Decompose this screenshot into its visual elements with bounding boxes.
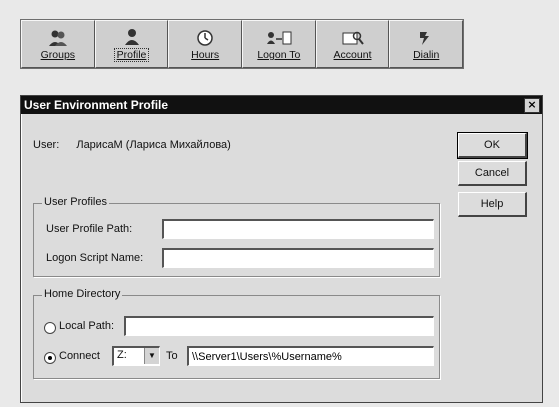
clock-icon: [195, 27, 215, 47]
user-label: User:: [33, 139, 60, 151]
home-directory-group: Home Directory Local Path: Connect Z: ▼ …: [33, 288, 440, 379]
help-button[interactable]: Help: [458, 192, 527, 217]
to-label: To: [166, 350, 178, 362]
cancel-button[interactable]: Cancel: [458, 161, 527, 186]
user-properties-toolbar: Groups Profile Hours Logon To Account Di…: [20, 19, 464, 69]
profile-button[interactable]: Profile: [94, 20, 169, 68]
account-button-label: Account: [333, 49, 372, 61]
user-profiles-group: User Profiles User Profile Path: Logon S…: [33, 196, 440, 277]
close-icon: ×: [527, 98, 537, 111]
user-profile-path-label: User Profile Path:: [46, 223, 133, 235]
connect-radio[interactable]: [44, 352, 56, 364]
connect-label: Connect: [59, 350, 100, 362]
dialin-button[interactable]: Dialin: [389, 20, 464, 68]
dialog-title: User Environment Profile: [24, 98, 169, 112]
user-profile-path-input[interactable]: [162, 219, 434, 239]
logon-to-button-label: Logon To: [257, 49, 301, 61]
user-line: User: ЛарисаМ (Лариса Михайлова): [33, 139, 231, 151]
user-value: ЛарисаМ (Лариса Михайлова): [76, 139, 231, 151]
profile-button-label: Profile: [113, 48, 150, 62]
profile-icon: [122, 26, 142, 46]
hours-button-label: Hours: [191, 49, 220, 61]
home-directory-title: Home Directory: [42, 288, 123, 300]
groups-button[interactable]: Groups: [21, 20, 95, 68]
account-button[interactable]: Account: [315, 20, 390, 68]
logon-script-name-label: Logon Script Name:: [46, 252, 144, 264]
dialin-button-label: Dialin: [413, 49, 440, 61]
home-directory-to-input[interactable]: [187, 346, 434, 366]
drive-value: Z:: [117, 349, 127, 361]
dialog-titlebar: User Environment Profile ×: [21, 96, 542, 114]
logon-to-icon: [265, 27, 293, 47]
groups-icon: [48, 27, 68, 47]
close-button[interactable]: ×: [524, 98, 540, 113]
local-path-radio[interactable]: [44, 322, 56, 334]
ok-button[interactable]: OK: [457, 132, 528, 159]
local-path-input[interactable]: [124, 316, 434, 336]
logon-to-button[interactable]: Logon To: [242, 20, 316, 68]
drive-combo[interactable]: Z: ▼: [112, 346, 160, 366]
hours-button[interactable]: Hours: [168, 20, 243, 68]
chevron-down-icon[interactable]: ▼: [144, 348, 159, 364]
logon-script-name-input[interactable]: [162, 248, 434, 268]
local-path-label: Local Path:: [59, 320, 115, 332]
user-profiles-title: User Profiles: [42, 196, 109, 208]
account-icon: [341, 27, 365, 47]
user-environment-profile-dialog: User Environment Profile × User: ЛарисаМ…: [20, 95, 543, 403]
groups-button-label: Groups: [40, 49, 76, 61]
dialin-icon: [416, 27, 436, 47]
